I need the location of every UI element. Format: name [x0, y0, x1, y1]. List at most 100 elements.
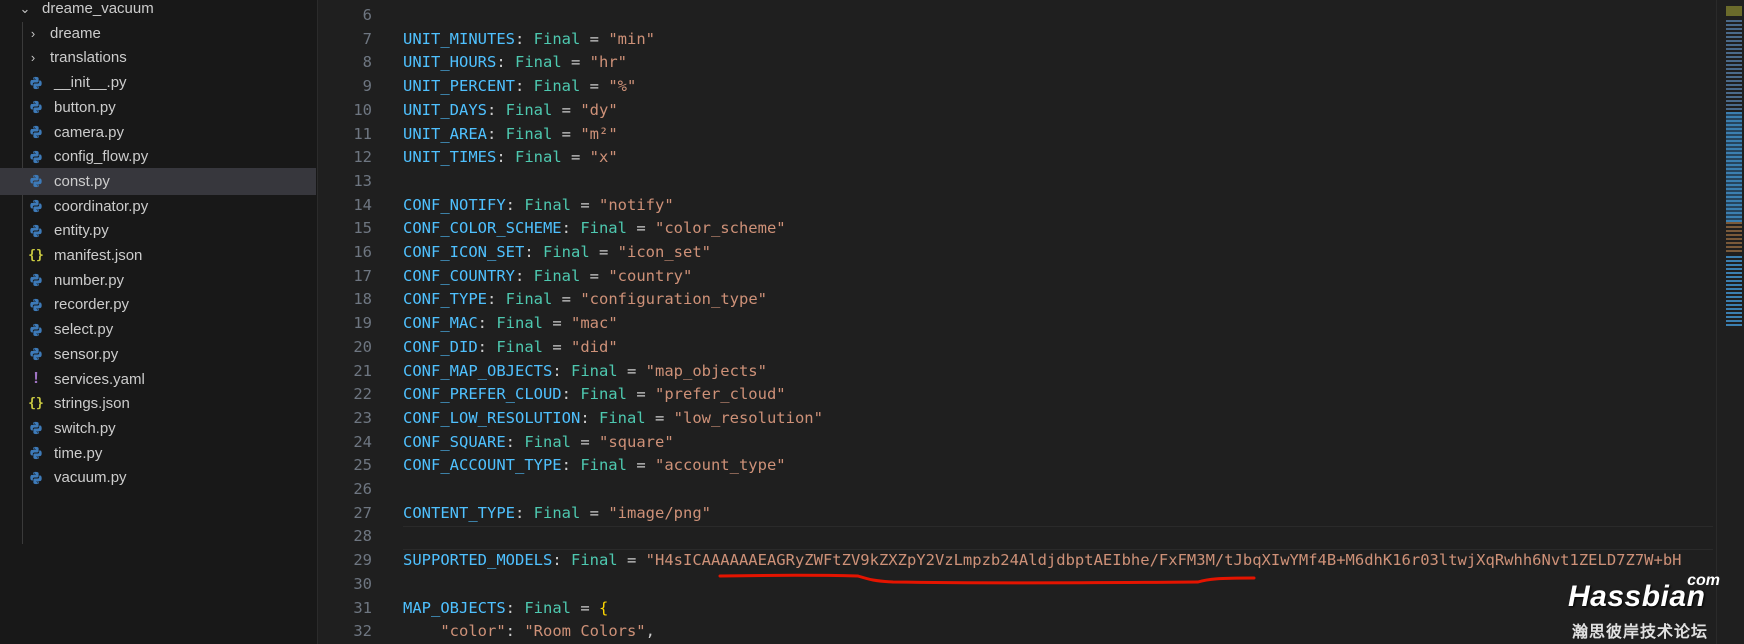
code-line[interactable]: 32 "color": "Room Colors", [318, 620, 1716, 643]
code-line[interactable]: 11 UNIT_AREA: Final = "m²" [318, 123, 1716, 146]
explorer-item-const-py[interactable]: const.py [0, 167, 316, 195]
line-number: 7 [362, 29, 372, 48]
code-line[interactable]: 8 UNIT_HOURS: Final = "hr" [318, 51, 1716, 74]
explorer-item-camera-py[interactable]: camera.py [0, 119, 316, 146]
explorer-item-button-py[interactable]: button.py [0, 94, 316, 121]
code-token-plain: : [514, 77, 534, 96]
code-line[interactable]: 29 SUPPORTED_MODELS: Final = "H4sICAAAAAA… [318, 549, 1716, 572]
code-token-var: CONF_MAP_OBJECTS [403, 361, 553, 380]
python-file-icon [26, 445, 46, 461]
code-line[interactable]: 28 [318, 525, 1716, 548]
line-code: UNIT_AREA: Final = "m²" [403, 123, 618, 146]
watermark-brand: Hassbian [1568, 580, 1706, 613]
code-line[interactable]: 13 [318, 170, 1716, 193]
code-line[interactable]: 23 CONF_LOW_RESOLUTION: Final = "low_reso… [318, 407, 1716, 430]
explorer-item-number-py[interactable]: number.py [0, 267, 316, 294]
explorer-item-config-flow-py[interactable]: config_flow.py [0, 143, 316, 170]
code-token-type: Final [496, 337, 543, 356]
minimap[interactable] [1716, 0, 1744, 644]
red-annotation-underline [718, 573, 1256, 585]
python-file-icon [26, 99, 46, 115]
code-line[interactable]: 10 UNIT_DAYS: Final = "dy" [318, 99, 1716, 122]
code-line[interactable]: 7 UNIT_MINUTES: Final = "min" [318, 28, 1716, 51]
chevron-right-icon[interactable]: › [26, 26, 40, 41]
python-file-icon [26, 223, 46, 239]
code-token-brace: { [599, 598, 609, 617]
code-token-plain: : [552, 361, 571, 380]
code-line[interactable]: 18 CONF_TYPE: Final = "configuration_type… [318, 288, 1716, 311]
explorer-item-translations[interactable]: › translations [0, 44, 316, 71]
code-token-type: Final [524, 195, 571, 214]
code-token-str: "configuration_type" [580, 290, 767, 309]
code-token-plain: : [505, 432, 525, 451]
explorer-item-manifest-json[interactable]: {} manifest.json [0, 242, 316, 269]
line-number: 16 [353, 243, 372, 261]
code-token-plain: = [645, 408, 674, 427]
chevron-right-icon[interactable]: › [26, 50, 40, 65]
code-line[interactable]: 19 CONF_MAC: Final = "mac" [318, 312, 1716, 335]
explorer-item-dreame[interactable]: › dreame [0, 20, 316, 47]
line-code: CONF_COLOR_SCHEME: Final = "color_scheme… [403, 217, 786, 240]
code-line[interactable]: 12 UNIT_TIMES: Final = "x" [318, 146, 1716, 169]
code-token-var: UNIT_MINUTES [403, 29, 515, 48]
code-token-str: "x" [589, 148, 618, 167]
code-token-plain: : [505, 598, 525, 617]
code-line[interactable]: 31 MAP_OBJECTS: Final = { [318, 597, 1716, 620]
code-token-var: SUPPORTED_MODELS [403, 551, 553, 570]
explorer-item-label: select.py [54, 321, 114, 339]
code-line[interactable]: 14 CONF_NOTIFY: Final = "notify" [318, 194, 1716, 217]
chevron-down-icon[interactable]: ⌄ [18, 1, 32, 17]
line-code: CONF_PREFER_CLOUD: Final = "prefer_cloud… [403, 383, 786, 406]
code-token-var: UNIT_DAYS [403, 100, 487, 119]
explorer-item-label: vacuum.py [54, 469, 127, 487]
line-code: CONTENT_TYPE: Final = "image/png" [403, 502, 711, 525]
folder-dreame-vacuum[interactable]: ⌄ dreame_vacuum [0, 0, 316, 22]
line-number: 19 [353, 314, 372, 333]
code-line[interactable]: 25 CONF_ACCOUNT_TYPE: Final = "account_ty… [318, 454, 1716, 477]
explorer-item-switch-py[interactable]: switch.py [0, 415, 316, 442]
code-line[interactable]: 21 CONF_MAP_OBJECTS: Final = "map_objects… [318, 360, 1716, 383]
code-line[interactable]: 24 CONF_SQUARE: Final = "square" [318, 431, 1716, 454]
code-line[interactable]: 20 CONF_DID: Final = "did" [318, 336, 1716, 359]
explorer-item-coordinator-py[interactable]: coordinator.py [0, 193, 316, 220]
code-token-str: "low_resolution" [673, 408, 823, 427]
code-token-var: CONF_NOTIFY [403, 195, 506, 214]
code-line[interactable]: 27 CONTENT_TYPE: Final = "image/png" [318, 502, 1716, 525]
code-token-plain: = [571, 195, 599, 214]
line-number: 32 [353, 622, 372, 641]
explorer-item-sensor-py[interactable]: sensor.py [0, 341, 316, 368]
explorer-item-strings-json[interactable]: {} strings.json [0, 390, 316, 417]
explorer-item-label: services.yaml [54, 370, 145, 388]
explorer-item-recorder-py[interactable]: recorder.py [0, 291, 316, 318]
line-code: UNIT_HOURS: Final = "hr" [403, 51, 627, 74]
code-token-str: "image/png" [608, 503, 711, 522]
explorer-item-init-py[interactable]: __init__.py [0, 69, 316, 96]
explorer-item-select-py[interactable]: select.py [0, 316, 316, 343]
code-line[interactable]: 22 CONF_PREFER_CLOUD: Final = "prefer_clo… [318, 383, 1716, 406]
explorer-item-time-py[interactable]: time.py [0, 440, 316, 467]
line-number: 24 [353, 432, 372, 451]
explorer-item-vacuum-py[interactable]: vacuum.py [0, 464, 316, 491]
code-token-type: Final [570, 551, 618, 570]
code-token-plain: : [514, 29, 534, 48]
line-code: "color": "Room Colors", [403, 620, 655, 643]
code-line[interactable]: 17 CONF_COUNTRY: Final = "country" [318, 265, 1716, 288]
explorer-item-label: entity.py [54, 222, 109, 240]
line-number: 11 [353, 124, 372, 143]
code-line[interactable]: 6 [318, 4, 1716, 27]
code-editor[interactable]: 6 7 UNIT_MINUTES: Final = "min" 8 UNIT_HOURS… [318, 0, 1716, 644]
minimap-block [1726, 222, 1742, 252]
line-number: 18 [353, 290, 372, 309]
code-token-type: Final [515, 53, 562, 72]
explorer-item-entity-py[interactable]: entity.py [0, 217, 316, 244]
explorer-item-services-yaml[interactable]: ! services.yaml [0, 366, 316, 393]
line-number: 29 [353, 551, 372, 570]
code-token-plain: : [505, 195, 525, 214]
code-token-plain: : [496, 53, 515, 72]
code-line[interactable]: 15 CONF_COLOR_SCHEME: Final = "color_sche… [318, 217, 1716, 240]
code-line[interactable]: 9 UNIT_PERCENT: Final = "%" [318, 75, 1716, 98]
code-token-str: "min" [608, 29, 655, 48]
code-line[interactable]: 16 CONF_ICON_SET: Final = "icon_set" [318, 241, 1716, 264]
code-line[interactable]: 26 [318, 478, 1716, 501]
code-token-plain: : [487, 100, 506, 119]
